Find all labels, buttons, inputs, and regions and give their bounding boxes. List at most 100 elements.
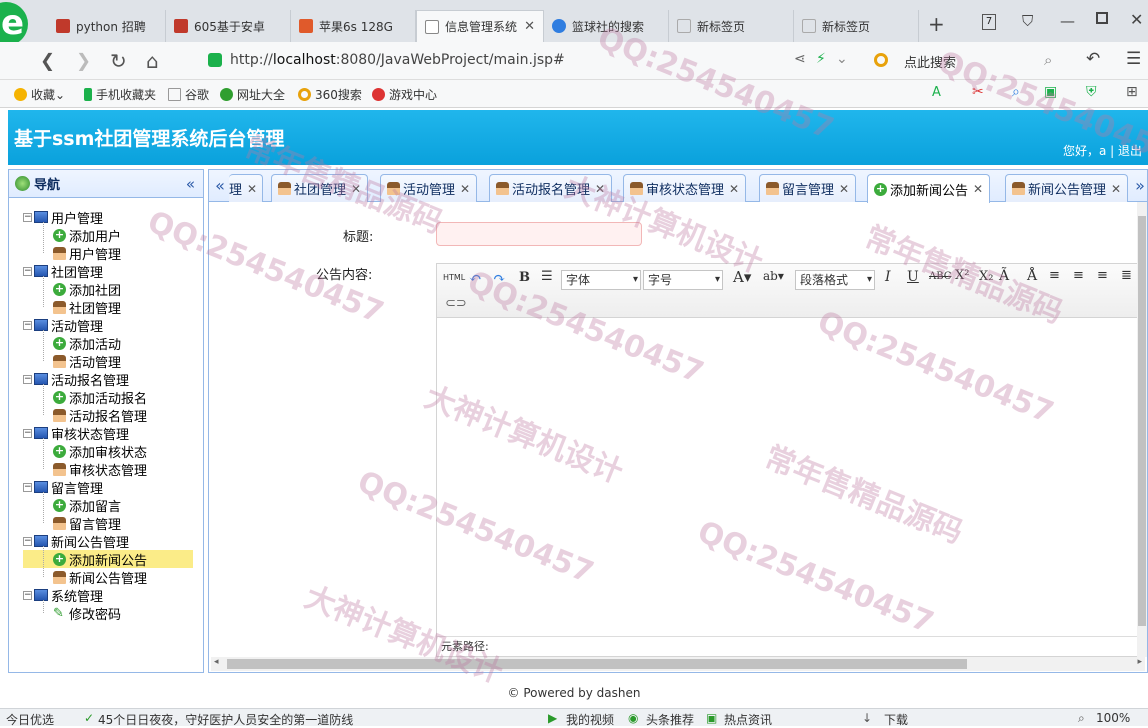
scissors-icon[interactable]: ✂ bbox=[972, 84, 984, 100]
search-input[interactable]: 点此搜索 bbox=[904, 52, 956, 71]
browser-tab-active[interactable]: 信息管理系统 ✕ bbox=[416, 10, 544, 42]
tree-group[interactable]: − 社团管理 bbox=[23, 262, 103, 281]
close-icon[interactable]: ✕ bbox=[839, 182, 849, 196]
sidebar-item[interactable]: + 添加活动报名 bbox=[23, 388, 147, 407]
tabs-scroll-right-button[interactable]: » bbox=[1131, 176, 1148, 200]
tab-audit-manage[interactable]: 审核状态管理 ✕ bbox=[623, 174, 747, 202]
sidebar-item[interactable]: 用户管理 bbox=[23, 244, 121, 263]
sidebar-item[interactable]: + 添加用户 bbox=[23, 226, 121, 245]
gamepad-icon[interactable]: ▣ bbox=[1044, 84, 1057, 100]
minimize-icon[interactable]: — bbox=[1060, 12, 1075, 30]
status-today-picks[interactable]: 今日优选 bbox=[6, 711, 54, 728]
address-text[interactable]: http://localhost:8080/JavaWebProject/mai… bbox=[230, 52, 565, 68]
horizontal-scroll-thumb[interactable] bbox=[227, 659, 967, 669]
bookmark-games[interactable]: 游戏中心 bbox=[372, 86, 437, 103]
collapse-icon[interactable]: − bbox=[23, 266, 32, 276]
link-icon[interactable]: ⊂⊃ bbox=[445, 296, 467, 311]
paragraph-icon[interactable]: ☰ bbox=[541, 269, 553, 284]
reload-icon[interactable]: ↻ bbox=[110, 49, 127, 73]
subscript-button[interactable]: X₂ bbox=[979, 269, 993, 284]
superscript-button[interactable]: X² bbox=[955, 268, 969, 283]
sidebar-item[interactable]: ✎ 修改密码 bbox=[23, 604, 121, 623]
welcome-logout[interactable]: 您好，a | 退出 bbox=[1063, 142, 1142, 159]
collapse-icon[interactable]: − bbox=[23, 428, 32, 438]
sidebar-item[interactable]: 活动报名管理 bbox=[23, 406, 147, 425]
undo-icon[interactable]: ↶ bbox=[469, 269, 482, 287]
translate-icon[interactable]: A bbox=[932, 85, 941, 100]
collapse-icon[interactable]: − bbox=[23, 590, 32, 600]
sidebar-item[interactable]: + 添加审核状态 bbox=[23, 442, 147, 461]
sidebar-item[interactable]: + 添加活动 bbox=[23, 334, 121, 353]
collapse-icon[interactable]: − bbox=[23, 320, 32, 330]
paragraph-format-select[interactable]: 段落格式 bbox=[795, 270, 875, 290]
sidebar-item[interactable]: 留言管理 bbox=[23, 514, 121, 533]
align-left-icon[interactable]: ≡ bbox=[1049, 268, 1060, 283]
title-input[interactable] bbox=[436, 222, 642, 246]
home-icon[interactable]: ⌂ bbox=[146, 49, 159, 73]
font-size-select[interactable]: 字号 bbox=[643, 270, 723, 290]
status-download[interactable]: 下载 bbox=[884, 711, 908, 728]
tab-message-manage[interactable]: 留言管理 ✕ bbox=[759, 174, 857, 202]
font-family-select[interactable]: 字体 bbox=[561, 270, 641, 290]
tree-group[interactable]: − 活动管理 bbox=[23, 316, 103, 335]
horizontal-scrollbar[interactable]: ◂ ▸ bbox=[211, 657, 1145, 671]
bookmark-mobile[interactable]: 手机收藏夹 bbox=[84, 86, 156, 103]
chevron-down-icon[interactable]: ⌄ bbox=[836, 51, 848, 67]
italic-button[interactable]: I bbox=[885, 269, 891, 285]
browser-tab[interactable]: 新标签页 bbox=[669, 10, 794, 42]
sidebar-item[interactable]: 新闻公告管理 bbox=[23, 568, 147, 587]
apps-icon[interactable]: ⊞ bbox=[1126, 84, 1138, 100]
maximize-icon[interactable] bbox=[1096, 12, 1108, 24]
tab-signup-manage[interactable]: 活动报名管理 ✕ bbox=[489, 174, 613, 202]
bookmark-google[interactable]: 谷歌 bbox=[168, 86, 209, 103]
tab-club-manage[interactable]: 社团管理 ✕ bbox=[271, 174, 369, 202]
close-icon[interactable]: ✕ bbox=[247, 182, 257, 196]
bold-button[interactable]: B bbox=[519, 270, 530, 285]
align-right-icon[interactable]: ≡ bbox=[1073, 268, 1084, 283]
bookmark-360-search[interactable]: 360搜索 bbox=[298, 86, 362, 103]
browser-tab[interactable]: python 招聘 bbox=[48, 10, 166, 42]
tree-group[interactable]: − 用户管理 bbox=[23, 208, 103, 227]
clear-format-icon[interactable]: Å bbox=[1027, 268, 1037, 284]
undo-icon[interactable]: ↶ bbox=[1086, 49, 1100, 69]
browser-tab[interactable]: 605基于安卓 bbox=[166, 10, 291, 42]
browser-tab[interactable]: 苹果6s 128G bbox=[291, 10, 416, 42]
html-source-button[interactable]: HTML bbox=[443, 273, 465, 282]
collapse-icon[interactable]: − bbox=[23, 482, 32, 492]
scroll-right-icon[interactable]: ▸ bbox=[1137, 657, 1142, 667]
scroll-left-icon[interactable]: ◂ bbox=[214, 657, 219, 667]
bookmark-sites[interactable]: 网址大全 bbox=[220, 86, 285, 103]
sidebar-item[interactable]: + 添加社团 bbox=[23, 280, 121, 299]
browser-tab[interactable]: 篮球社的搜索 bbox=[544, 10, 669, 42]
redo-icon[interactable]: ↷ bbox=[493, 269, 506, 287]
collapse-icon[interactable]: − bbox=[23, 536, 32, 546]
status-zoom[interactable]: 100% bbox=[1096, 711, 1130, 725]
status-headline[interactable]: 头条推荐 bbox=[646, 711, 694, 728]
strikethrough-button[interactable]: ABC bbox=[929, 271, 951, 282]
search-engine-icon[interactable] bbox=[874, 53, 888, 67]
tree-group[interactable]: − 审核状态管理 bbox=[23, 424, 129, 443]
address-bar[interactable]: http://localhost:8080/JavaWebProject/mai… bbox=[196, 48, 856, 74]
sidebar-item[interactable]: 审核状态管理 bbox=[23, 460, 147, 479]
format-brush-icon[interactable]: Ã bbox=[999, 268, 1009, 284]
tree-group[interactable]: − 系统管理 bbox=[23, 586, 103, 605]
browser-tab[interactable]: 新标签页 bbox=[794, 10, 919, 42]
close-icon[interactable]: ✕ bbox=[351, 182, 361, 196]
speed-icon[interactable]: ⚡ bbox=[816, 51, 826, 67]
tab-activity-manage[interactable]: 活动管理 ✕ bbox=[380, 174, 478, 202]
new-tab-button[interactable]: + bbox=[928, 12, 945, 36]
tabs-scroll-left-button[interactable]: « bbox=[211, 176, 229, 200]
sidebar-item[interactable]: + 添加留言 bbox=[23, 496, 121, 515]
vertical-scrollbar[interactable] bbox=[1137, 202, 1147, 657]
tab-add-news[interactable]: + 添加新闻公告 ✕ bbox=[867, 174, 991, 203]
tree-group[interactable]: − 活动报名管理 bbox=[23, 370, 129, 389]
forward-icon[interactable]: ❯ bbox=[76, 51, 91, 72]
tab-truncated[interactable]: 理 ✕ bbox=[229, 174, 263, 202]
tab-count-badge[interactable]: 7 bbox=[982, 14, 996, 30]
share-icon[interactable]: ⋖ bbox=[794, 51, 806, 67]
tab-news-manage[interactable]: 新闻公告管理 ✕ bbox=[1005, 174, 1129, 202]
collapse-icon[interactable]: − bbox=[23, 212, 32, 222]
close-icon[interactable]: ✕ bbox=[973, 182, 983, 196]
tree-group[interactable]: − 新闻公告管理 bbox=[23, 532, 129, 551]
sidebar-item[interactable]: + 添加新闻公告 bbox=[23, 550, 193, 569]
